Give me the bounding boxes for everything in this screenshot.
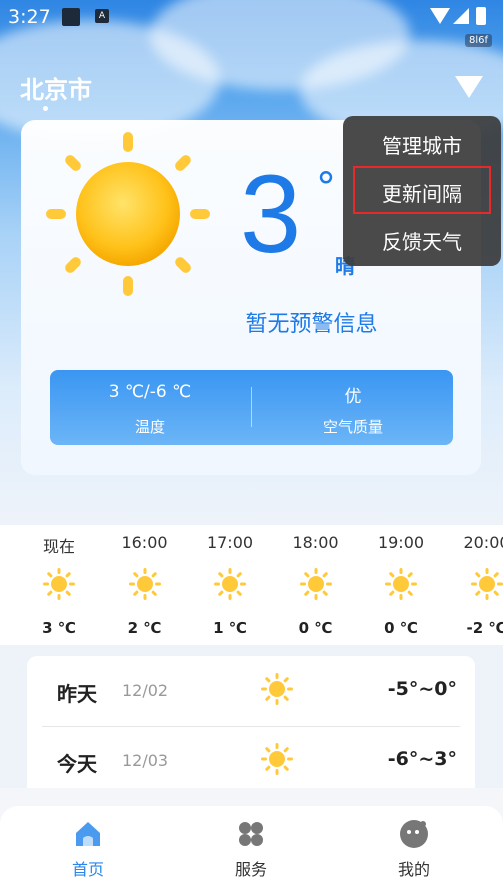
- day-name: 昨天: [57, 682, 97, 706]
- menu-item-manage-cities[interactable]: 管理城市: [343, 130, 501, 159]
- city-title[interactable]: 北京市: [20, 70, 92, 105]
- options-menu: 管理城市 更新间隔 反馈天气: [343, 116, 501, 266]
- hour-time: 19:00: [377, 533, 425, 552]
- status-time: 3:27: [8, 6, 51, 28]
- daily-row-yesterday[interactable]: 昨天 12/02 -5°~0°: [27, 656, 475, 726]
- hour-temp: 0 ℃: [298, 619, 333, 637]
- hour-temp: 1 ℃: [213, 619, 247, 637]
- tab-services-label: 服务: [234, 860, 267, 879]
- temp-range-label: 温度: [134, 418, 165, 436]
- sun-icon: [43, 568, 75, 600]
- page-indicator-dot: [43, 106, 48, 111]
- sun-icon: [128, 568, 161, 600]
- menu-toggle-icon[interactable]: [455, 76, 483, 98]
- stats-panel: 3 ℃/-6 ℃ 温度 优 空气质量: [50, 370, 453, 445]
- daily-row-today[interactable]: 今天 12/03 -6°~3°: [27, 726, 475, 796]
- hour-time: 16:00: [121, 533, 168, 552]
- debug-chip: 8l6f: [465, 34, 493, 47]
- sun-icon: [470, 568, 503, 600]
- battery-icon: [476, 7, 486, 25]
- tab-home-label: 首页: [71, 860, 104, 879]
- temperature-stat: 3 ℃/-6 ℃ 温度: [50, 370, 250, 445]
- hour-time: 20:00: [463, 533, 503, 552]
- stats-divider: [251, 387, 252, 427]
- home-icon: [76, 822, 100, 846]
- hour-temp: 3 ℃: [42, 619, 76, 637]
- tab-home[interactable]: 首页: [28, 806, 148, 894]
- hour-time: 18:00: [292, 533, 339, 552]
- app-notification-icon: [62, 8, 80, 26]
- hourly-forecast[interactable]: 现在 3 ℃ 16:00 2 ℃ 17:00 1 ℃ 18:00 0 ℃ 19:00 0 ℃ 20:…: [0, 525, 503, 645]
- sun-icon: [261, 673, 293, 705]
- hour-time: 17:00: [206, 533, 254, 552]
- sun-icon: [261, 743, 293, 775]
- day-temp-range: -6°~3°: [387, 748, 457, 770]
- day-name: 今天: [57, 752, 97, 776]
- temp-range-value: 3 ℃/-6 ℃: [108, 382, 192, 402]
- alert-message: 暂无预警信息: [245, 312, 378, 337]
- degree-symbol: °: [316, 165, 336, 211]
- status-bar: 3:27 A: [0, 0, 503, 34]
- sun-icon: [385, 568, 417, 600]
- day-temp-range: -5°~0°: [387, 678, 457, 700]
- wifi-icon: [430, 8, 450, 24]
- day-date: 12/02: [122, 681, 169, 700]
- aqi-value: 优: [344, 387, 362, 407]
- daily-forecast: 昨天 12/02 -5°~0° 今天 12/03 -6°~3°: [27, 656, 475, 806]
- hour-temp: -2 ℃: [466, 619, 503, 637]
- bottom-nav: 首页 服务 我的: [0, 788, 503, 894]
- tab-services[interactable]: 服务: [191, 806, 311, 894]
- air-quality-stat: 优 空气质量: [253, 370, 453, 445]
- menu-item-feedback[interactable]: 反馈天气: [343, 226, 501, 255]
- sun-icon: [299, 568, 332, 600]
- menu-item-update-interval[interactable]: 更新间隔: [343, 178, 501, 207]
- grid-icon: [239, 822, 263, 846]
- profile-icon: [400, 820, 428, 848]
- sun-large-icon: [46, 132, 210, 296]
- hour-time: 现在: [42, 537, 75, 556]
- day-date: 12/03: [122, 751, 169, 770]
- sun-icon: [214, 568, 246, 600]
- current-temperature: 3: [240, 153, 302, 276]
- notification-a-icon: A: [95, 9, 109, 23]
- hour-temp: 0 ℃: [384, 619, 418, 637]
- aqi-label: 空气质量: [322, 418, 383, 436]
- signal-icon: [453, 8, 469, 24]
- tab-profile-label: 我的: [397, 860, 430, 879]
- tab-profile[interactable]: 我的: [354, 806, 474, 894]
- hour-temp: 2 ℃: [127, 619, 162, 637]
